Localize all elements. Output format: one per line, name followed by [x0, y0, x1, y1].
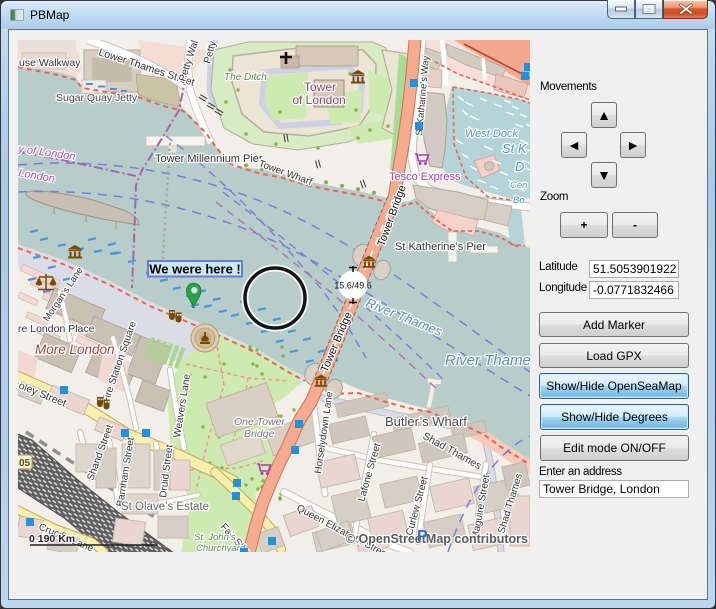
- svg-text:Tesco Express: Tesco Express: [389, 171, 461, 183]
- svg-text:St Olave’s Estate: St Olave’s Estate: [121, 501, 209, 513]
- svg-text:Butler’s Wharf: Butler’s Wharf: [385, 414, 467, 429]
- svg-text:The Ditch: The Ditch: [224, 72, 267, 83]
- svg-text:Bridge: Bridge: [244, 428, 275, 440]
- svg-text:Tower: Tower: [304, 80, 336, 94]
- svg-text:© OpenStreetMap contributors: © OpenStreetMap contributors: [346, 532, 528, 546]
- svg-text:Cen: Cen: [510, 180, 527, 191]
- svg-text:15.6/49.6: 15.6/49.6: [334, 281, 372, 291]
- svg-text:P: P: [417, 528, 428, 545]
- svg-text:of London: of London: [292, 93, 345, 107]
- svg-text:0 190 Km: 0 190 Km: [29, 533, 75, 545]
- svg-text:re London Place: re London Place: [18, 323, 95, 335]
- svg-text:River Thames: River Thames: [445, 352, 530, 369]
- svg-text:St K: St K: [502, 141, 528, 156]
- svg-text:Tower Millennium Pier: Tower Millennium Pier: [155, 153, 263, 165]
- svg-text:We were here !: We were here !: [149, 262, 241, 277]
- svg-text:More London: More London: [35, 342, 115, 357]
- svg-text:05: 05: [19, 458, 31, 469]
- svg-text:St. John’s: St. John’s: [194, 532, 236, 543]
- svg-text:One Tower: One Tower: [234, 416, 285, 428]
- svg-text:D: D: [515, 159, 524, 174]
- svg-text:Bo: Bo: [513, 195, 525, 206]
- svg-text:West Dock: West Dock: [465, 128, 518, 140]
- svg-text:use Walkway: use Walkway: [19, 57, 81, 69]
- svg-text:Sugar Quay Jetty: Sugar Quay Jetty: [56, 92, 138, 104]
- svg-text:St Katherine’s Pier: St Katherine’s Pier: [395, 241, 486, 253]
- svg-text:Churchyard: Churchyard: [196, 543, 246, 552]
